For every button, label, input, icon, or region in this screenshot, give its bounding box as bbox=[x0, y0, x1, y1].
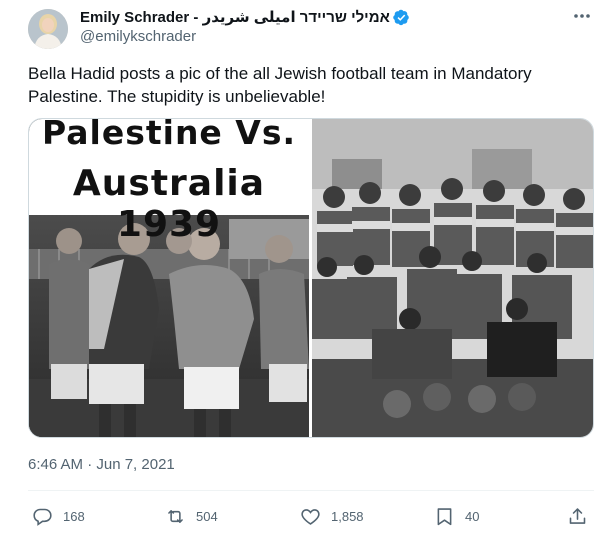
caption-line-1: Palestine Vs. bbox=[41, 119, 297, 152]
tweet-media[interactable]: Palestine Vs. Australia 1939 bbox=[28, 118, 594, 438]
share-icon bbox=[569, 507, 586, 524]
media-photo-left[interactable]: Palestine Vs. Australia 1939 bbox=[29, 119, 309, 437]
retweet-count: 504 bbox=[196, 508, 218, 524]
author-handle[interactable]: @emilykschrader bbox=[80, 28, 196, 45]
avatar-image bbox=[28, 9, 68, 49]
author-name-row[interactable]: Emily Schrader - אמילי שריידר اميلى شريد… bbox=[80, 7, 410, 27]
caption-band: Palestine Vs. Australia 1939 bbox=[29, 119, 309, 245]
retweet-button[interactable]: 504 bbox=[165, 505, 218, 527]
caption-line-2: Australia 1939 bbox=[72, 163, 266, 245]
media-photo-right[interactable] bbox=[312, 119, 593, 437]
more-options-icon[interactable] bbox=[572, 6, 592, 26]
retweet-icon bbox=[168, 509, 183, 523]
verified-badge-icon[interactable] bbox=[393, 9, 410, 26]
bookmark-icon bbox=[437, 507, 452, 525]
avatar[interactable] bbox=[28, 9, 68, 49]
reply-count: 168 bbox=[63, 508, 85, 524]
bookmark-count: 40 bbox=[465, 508, 480, 524]
heart-icon bbox=[301, 508, 320, 525]
bookmark-button[interactable]: 40 bbox=[434, 505, 479, 527]
reply-button[interactable]: 168 bbox=[32, 505, 85, 527]
tweet-timestamp[interactable]: 6:46 AM · Jun 7, 2021 bbox=[28, 456, 175, 473]
like-count: 1,858 bbox=[331, 508, 364, 524]
like-button[interactable]: 1,858 bbox=[300, 505, 364, 527]
share-button[interactable] bbox=[567, 505, 588, 527]
reply-icon bbox=[33, 508, 52, 526]
team-photo bbox=[312, 119, 593, 437]
divider bbox=[28, 490, 594, 491]
tweet: Emily Schrader - אמילי שריידר اميلى شريد… bbox=[0, 0, 607, 540]
tweet-text: Bella Hadid posts a pic of the all Jewis… bbox=[28, 64, 532, 106]
author-display-name[interactable]: Emily Schrader - אמילי שריידר اميلى شريد… bbox=[80, 8, 390, 26]
